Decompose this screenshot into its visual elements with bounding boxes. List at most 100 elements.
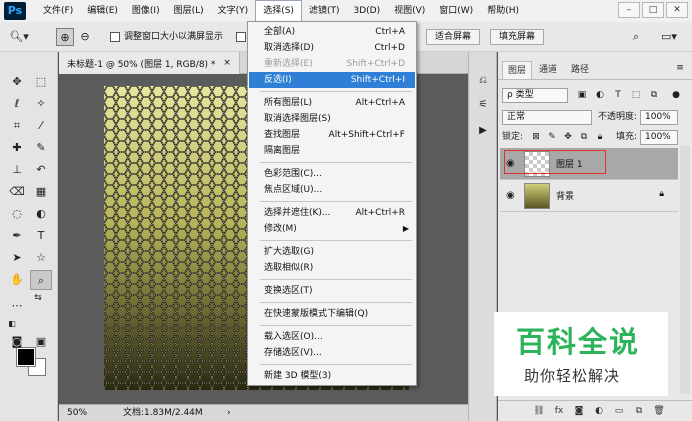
menu-item-isolate-layers[interactable]: 隔离图层 (249, 143, 415, 159)
filter-adjustment-icon[interactable]: ◐ (594, 89, 606, 101)
lock-artboard-icon[interactable]: ⧉ (578, 131, 590, 143)
menu-item-save-selection[interactable]: 存储选区(V)... (249, 345, 415, 361)
layer-row-background[interactable]: ◉ 背景 🔒︎ (500, 180, 678, 212)
minimize-button[interactable]: – (618, 2, 640, 18)
menu-image[interactable]: 图像(I) (125, 0, 167, 22)
lock-position-icon[interactable]: ✥ (562, 131, 574, 143)
shape-tool-icon[interactable]: ☆ (30, 248, 52, 268)
type-tool-icon[interactable]: T (30, 226, 52, 246)
move-tool-icon[interactable]: ✥ (6, 72, 28, 92)
more-tools-icon[interactable]: ⋯ (6, 296, 28, 316)
menu-item-select-and-mask[interactable]: 选择并遮住(K)... Alt+Ctrl+R (249, 205, 415, 221)
history-brush-tool-icon[interactable]: ↶ (30, 160, 52, 180)
filter-shape-icon[interactable]: ⬚ (630, 89, 642, 101)
adjustment-layer-icon[interactable]: ◐ (592, 404, 606, 418)
hand-tool-icon[interactable]: ✋ (6, 270, 28, 290)
clone-stamp-tool-icon[interactable]: ⊥ (6, 160, 28, 180)
maximize-button[interactable]: □ (642, 2, 664, 18)
menu-item-deselect[interactable]: 取消选择(D) Ctrl+D (249, 40, 415, 56)
menu-item-transform-selection[interactable]: 变换选区(T) (249, 283, 415, 299)
fill-screen-button[interactable]: 填充屏幕 (490, 29, 545, 45)
menu-filter[interactable]: 滤镜(T) (302, 0, 347, 22)
menu-item-modify[interactable]: 修改(M) ▶ (249, 221, 415, 237)
tab-paths[interactable]: 路径 (566, 61, 594, 79)
marquee-tool-icon[interactable]: ⬚ (30, 72, 52, 92)
lock-all-icon[interactable]: 🔒︎ (594, 131, 606, 143)
menu-item-find-layers[interactable]: 查找图层 Alt+Shift+Ctrl+F (249, 127, 415, 143)
tab-channels[interactable]: 通道 (534, 61, 562, 79)
menu-item-focus-area[interactable]: 焦点区域(U)... (249, 182, 415, 198)
menu-help[interactable]: 帮助(H) (480, 0, 526, 22)
filter-toggle-icon[interactable]: ● (670, 89, 682, 101)
menu-edit[interactable]: 编辑(E) (80, 0, 125, 22)
brush-tool-icon[interactable]: ✎ (30, 138, 52, 158)
quick-mask-icon[interactable]: ◙ (6, 332, 28, 352)
magic-wand-tool-icon[interactable]: ✧ (30, 94, 52, 114)
crop-tool-icon[interactable]: ⌗ (6, 116, 28, 136)
history-panel-icon[interactable]: ⎌ (474, 72, 492, 90)
menu-item-color-range[interactable]: 色彩范围(C)... (249, 166, 415, 182)
status-arrow-icon[interactable]: › (227, 405, 231, 421)
healing-brush-tool-icon[interactable]: ✚ (6, 138, 28, 158)
link-layers-icon[interactable]: ⛓ (532, 404, 546, 418)
menu-view[interactable]: 视图(V) (387, 0, 432, 22)
menu-item-new-3d-model[interactable]: 新建 3D 模型(3) (249, 368, 415, 384)
layers-scrollbar[interactable] (680, 146, 690, 394)
dodge-tool-icon[interactable]: ◐ (30, 204, 52, 224)
properties-panel-icon[interactable]: ⚟ (474, 96, 492, 114)
menu-window[interactable]: 窗口(W) (432, 0, 480, 22)
menu-item-select-all[interactable]: 全部(A) Ctrl+A (249, 24, 415, 40)
menu-type[interactable]: 文字(Y) (211, 0, 256, 22)
screen-mode-icon[interactable]: ▣ (30, 332, 52, 352)
layer-style-icon[interactable]: fx (552, 404, 566, 418)
add-mask-icon[interactable]: ◙ (572, 404, 586, 418)
zoom-all-windows-checkbox[interactable] (236, 32, 246, 42)
menu-item-similar[interactable]: 选取相似(R) (249, 260, 415, 276)
play-actions-icon[interactable]: ▶ (474, 122, 492, 140)
menu-item-grow[interactable]: 扩大选取(G) (249, 244, 415, 260)
menu-item-quick-mask[interactable]: 在快速蒙版模式下编辑(Q) (249, 306, 415, 322)
lock-transparent-icon[interactable]: ⊠ (530, 131, 542, 143)
menu-3d[interactable]: 3D(D) (346, 0, 387, 22)
blur-tool-icon[interactable]: ◌ (6, 204, 28, 224)
fill-input[interactable]: 100% (640, 130, 678, 145)
path-selection-tool-icon[interactable]: ➤ (6, 248, 28, 268)
workspace-switcher-icon[interactable]: ▭▾ (654, 28, 684, 46)
new-layer-icon[interactable]: ⧉ (632, 404, 646, 418)
filter-smart-object-icon[interactable]: ⧉ (648, 89, 660, 101)
close-button[interactable]: ✕ (666, 2, 688, 18)
lasso-tool-icon[interactable]: ℓ (6, 94, 28, 114)
opacity-input[interactable]: 100% (640, 110, 678, 125)
menu-select[interactable]: 选择(S) (255, 0, 302, 22)
default-colors-icon[interactable]: ◧ (4, 314, 20, 334)
filter-kind-select[interactable]: ρ 类型 (502, 88, 568, 103)
visibility-eye-icon[interactable]: ◉ (506, 190, 515, 201)
fit-screen-button[interactable]: 适合屏幕 (426, 29, 481, 45)
search-icon[interactable]: ⌕ (628, 28, 644, 46)
tab-layers[interactable]: 图层 (502, 61, 533, 79)
filter-type-icon[interactable]: T (612, 89, 624, 101)
menu-item-deselect-layers[interactable]: 取消选择图层(S) (249, 111, 415, 127)
filter-pixel-icon[interactable]: ▣ (576, 89, 588, 101)
panel-menu-icon[interactable]: ≡ (674, 62, 686, 74)
gradient-tool-icon[interactable]: ▦ (30, 182, 52, 202)
menu-file[interactable]: 文件(F) (36, 0, 80, 22)
document-tab[interactable]: 未标题-1 @ 50% (图层 1, RGB/8) * × (59, 52, 240, 74)
resize-windows-checkbox[interactable] (110, 32, 120, 42)
zoom-in-icon[interactable]: ⊕ (56, 28, 74, 46)
zoom-tool-preset-icon[interactable]: 🔍︎▾ (6, 28, 32, 46)
zoom-tool-icon[interactable]: ⌕ (30, 270, 52, 290)
delete-layer-icon[interactable]: 🗑︎ (652, 404, 666, 418)
menu-layer[interactable]: 图层(L) (167, 0, 211, 22)
group-folder-icon[interactable]: ▭ (612, 404, 626, 418)
blend-mode-select[interactable]: 正常 (502, 110, 592, 125)
lock-image-icon[interactable]: ✎ (546, 131, 558, 143)
swap-colors-icon[interactable]: ⇆ (30, 288, 46, 308)
menu-item-load-selection[interactable]: 载入选区(O)... (249, 329, 415, 345)
pen-tool-icon[interactable]: ✒ (6, 226, 28, 246)
zoom-level[interactable]: 50% (67, 405, 87, 421)
menu-item-inverse[interactable]: 反选(I) Shift+Ctrl+I (249, 72, 415, 88)
eraser-tool-icon[interactable]: ⌫ (6, 182, 28, 202)
eyedropper-tool-icon[interactable]: ⁄ (30, 116, 52, 136)
menu-item-all-layers[interactable]: 所有图层(L) Alt+Ctrl+A (249, 95, 415, 111)
